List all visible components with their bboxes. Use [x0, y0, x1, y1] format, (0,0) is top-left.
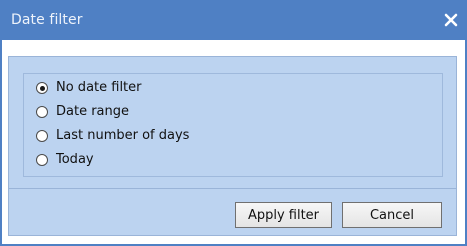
button-panel: Apply filter Cancel: [8, 188, 457, 236]
radio-label-no-date-filter: No date filter: [56, 80, 142, 95]
radio-button-checked-icon[interactable]: [36, 82, 48, 94]
dialog-title: Date filter: [11, 12, 83, 28]
radio-today[interactable]: Today: [36, 151, 94, 169]
radio-label-date-range: Date range: [56, 104, 130, 119]
radio-button-icon[interactable]: [36, 106, 48, 118]
dialog-client-area: No date filter Date range Last number of…: [2, 40, 465, 244]
date-filter-dialog: Date filter No date filter Date range La: [0, 0, 467, 246]
radio-label-last-number-of-days: Last number of days: [56, 128, 190, 143]
close-icon[interactable]: [441, 10, 461, 30]
title-bar: Date filter: [0, 0, 467, 40]
close-icon-graphic: [444, 13, 458, 27]
radio-no-date-filter[interactable]: No date filter: [36, 79, 142, 97]
apply-filter-button[interactable]: Apply filter: [235, 202, 332, 228]
radio-button-icon[interactable]: [36, 130, 48, 142]
radio-date-range[interactable]: Date range: [36, 103, 129, 121]
radio-last-number-of-days[interactable]: Last number of days: [36, 127, 189, 145]
radio-button-icon[interactable]: [36, 154, 48, 166]
cancel-button[interactable]: Cancel: [342, 202, 442, 228]
radio-label-today: Today: [56, 152, 94, 167]
date-filter-options-group: No date filter Date range Last number of…: [23, 73, 443, 177]
